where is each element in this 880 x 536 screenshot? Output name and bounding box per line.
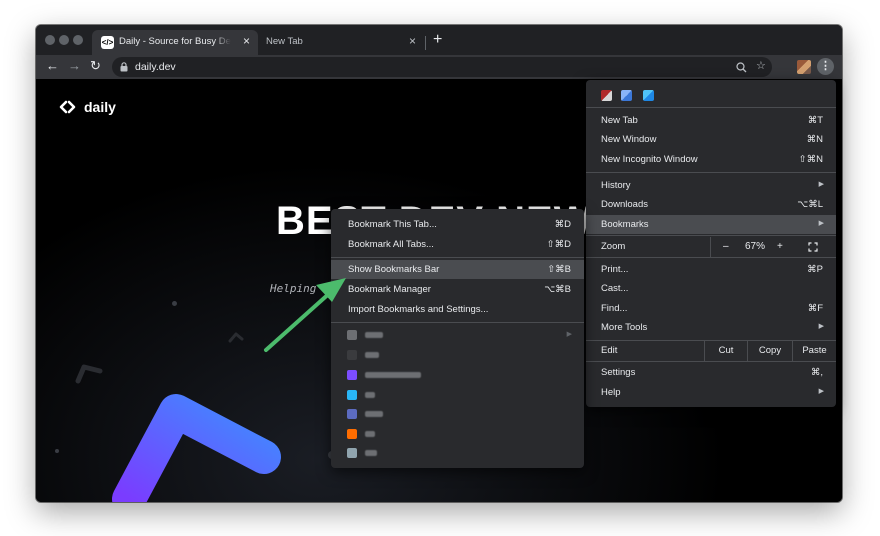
annotation-arrow-icon	[264, 278, 346, 352]
